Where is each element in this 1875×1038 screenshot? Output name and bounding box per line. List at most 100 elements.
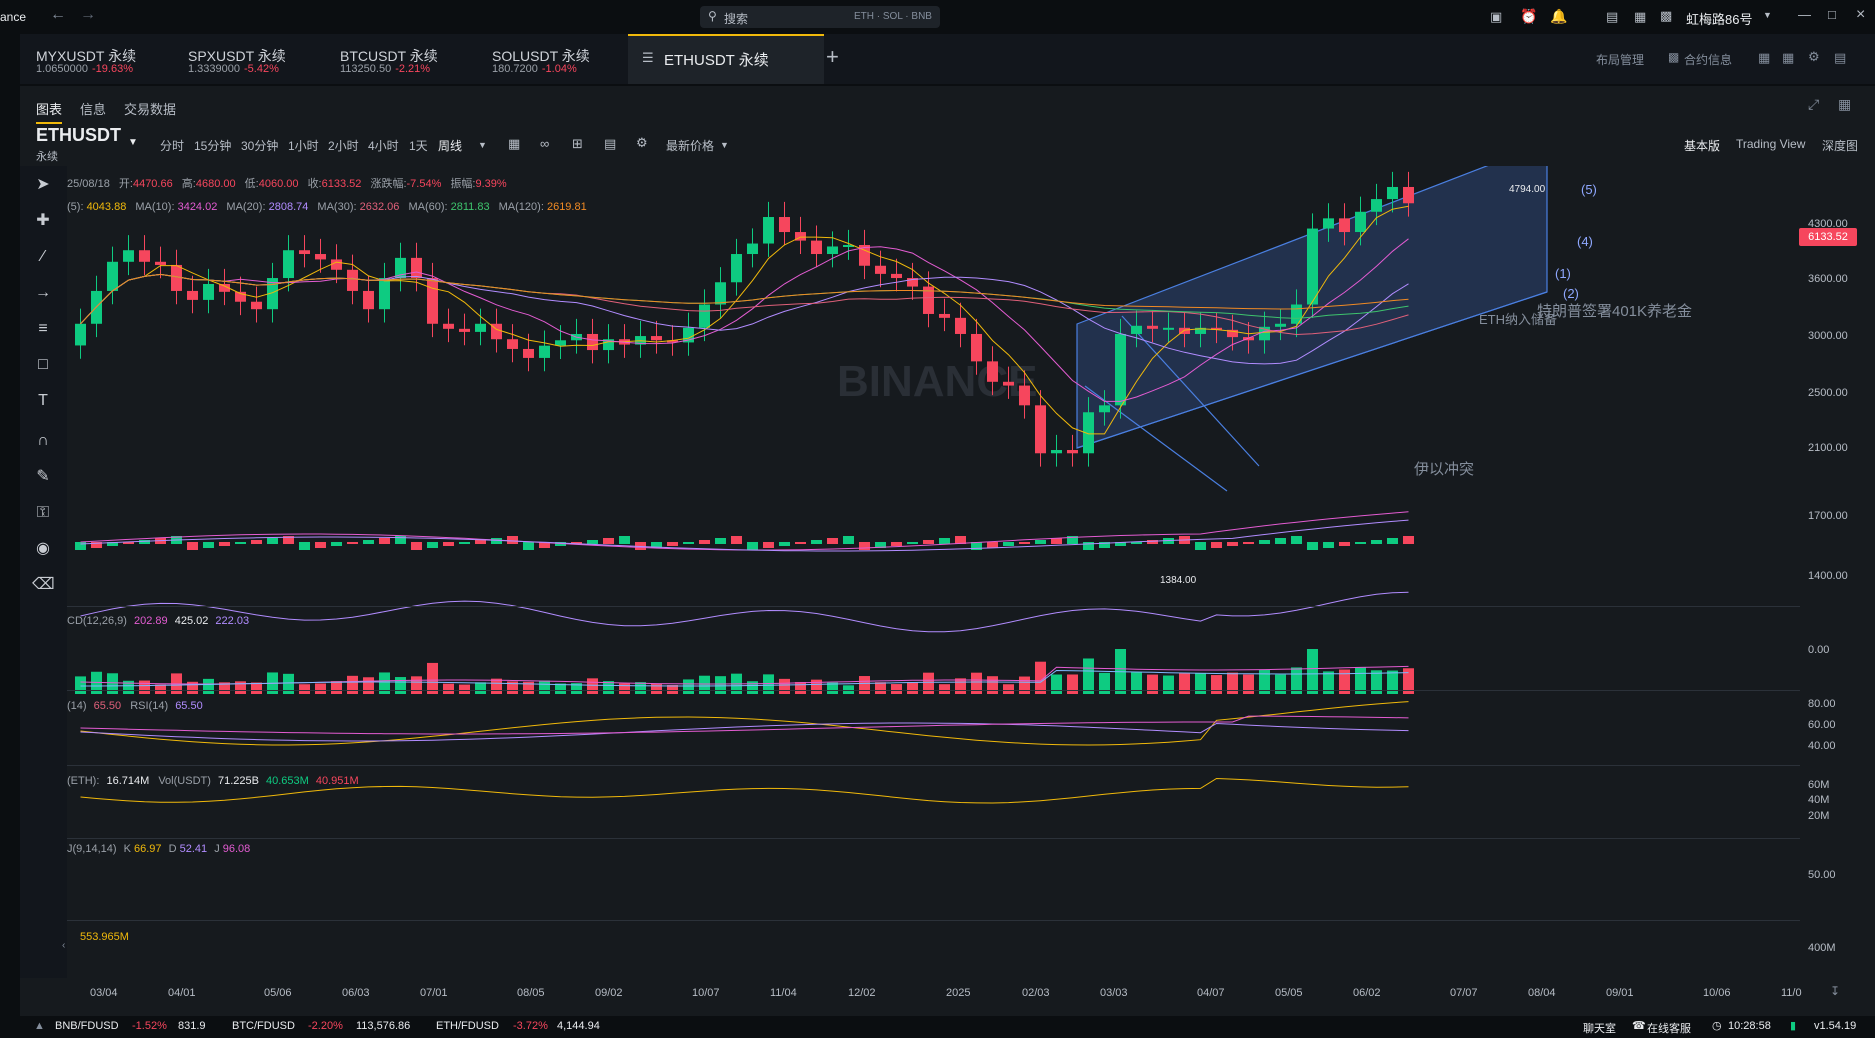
layout-grid-icon[interactable]: ▦ bbox=[1838, 96, 1851, 113]
ticker-name[interactable]: ETH/FDUSD bbox=[436, 1020, 499, 1032]
pane-divider[interactable] bbox=[67, 690, 1800, 691]
kdj-j-label: J bbox=[214, 843, 220, 855]
user-name[interactable]: 虹梅路86号 bbox=[1686, 9, 1752, 28]
rsi-v2: 65.50 bbox=[175, 700, 203, 712]
forward-arrow-icon[interactable]: → bbox=[80, 6, 96, 24]
pane-divider[interactable] bbox=[67, 606, 1800, 607]
wallet-icon[interactable]: ▤ bbox=[1606, 9, 1618, 25]
interval-1[interactable]: 分时 bbox=[160, 137, 184, 154]
price-type-select[interactable]: 最新价格 bbox=[666, 137, 714, 154]
volume-bar bbox=[75, 676, 86, 694]
candle-body bbox=[1371, 199, 1382, 212]
fib-tool-icon[interactable]: ≡ bbox=[32, 318, 54, 340]
back-arrow-icon[interactable]: ← bbox=[50, 6, 66, 24]
tab-ethusdt[interactable]: ☰ ETHUSDT 永续 bbox=[628, 34, 824, 84]
candle-type-icon[interactable]: ⊞ bbox=[572, 136, 583, 152]
grid-icon[interactable]: ▦ bbox=[1782, 50, 1794, 66]
screen-icon[interactable]: ▣ bbox=[1490, 9, 1502, 25]
shape-tool-icon[interactable]: □ bbox=[32, 354, 54, 376]
layout-manage-link[interactable]: 布局管理 bbox=[1596, 51, 1644, 68]
vol-axis-tick: 20M bbox=[1808, 810, 1830, 822]
symbol-name[interactable]: ETHUSDT bbox=[36, 125, 121, 146]
contract-info-link[interactable]: 合约信息 bbox=[1684, 51, 1732, 68]
rsi-axis-tick: 80.00 bbox=[1808, 698, 1836, 710]
measure-icon[interactable]: ✎ bbox=[32, 466, 54, 488]
download-icon[interactable]: ▦ bbox=[1634, 9, 1646, 25]
alarm-icon[interactable]: ⏰ bbox=[1520, 8, 1537, 25]
gear-icon[interactable]: ⚙ bbox=[1808, 49, 1820, 65]
magnet-icon[interactable]: ∩ bbox=[32, 430, 54, 452]
price-type-dropdown-icon[interactable]: ▼ bbox=[720, 140, 729, 150]
maximize-icon[interactable]: □ bbox=[1828, 7, 1836, 22]
crosshair-icon[interactable]: ✚ bbox=[32, 210, 54, 232]
ma10-label: MA(10): bbox=[135, 201, 175, 213]
text-tool-icon[interactable]: T bbox=[32, 390, 54, 412]
symbol-dropdown-icon[interactable]: ▼ bbox=[128, 137, 138, 148]
tab-price: 113250.50 bbox=[340, 63, 392, 75]
tab-solusdt[interactable]: SOLUSDT 永续 180.7200 -1.04% bbox=[476, 34, 626, 84]
rsi-v1: 65.50 bbox=[93, 700, 122, 712]
view-depth[interactable]: 深度图 bbox=[1822, 137, 1858, 154]
close-icon[interactable]: × bbox=[1856, 6, 1865, 24]
tab-spxusdt[interactable]: SPXUSDT 永续 1.3339000 -5.42% bbox=[172, 34, 322, 84]
avatar[interactable]: ▩ bbox=[1660, 8, 1672, 24]
pane-divider[interactable] bbox=[67, 765, 1800, 766]
search-box[interactable]: ⚲ 搜索 ETH · SOL · BNB bbox=[700, 6, 940, 28]
pane-divider[interactable] bbox=[67, 920, 1800, 921]
view-tradingview[interactable]: Trading View bbox=[1736, 137, 1805, 151]
interval-15m[interactable]: 15分钟 bbox=[194, 137, 231, 154]
macd-bar bbox=[1275, 538, 1286, 544]
interval-2h[interactable]: 2小时 bbox=[328, 137, 359, 154]
volume-bar bbox=[683, 679, 694, 694]
trash-icon[interactable]: ⌫ bbox=[32, 574, 55, 596]
tab-trading-data[interactable]: 交易数据 bbox=[124, 99, 176, 118]
tab-myxusdt[interactable]: MYXUSDT 永续 1.0650000 -19.63% bbox=[20, 34, 170, 84]
tab-info[interactable]: 信息 bbox=[80, 99, 106, 118]
chart-settings-icon[interactable]: ⚙ bbox=[636, 135, 648, 151]
customer-service-link[interactable]: 在线客服 bbox=[1647, 1020, 1691, 1036]
interval-4h[interactable]: 4小时 bbox=[368, 137, 399, 154]
candle-body bbox=[155, 261, 166, 265]
tab-stat: 180.7200 -1.04% bbox=[492, 63, 577, 75]
collapse-left-icon[interactable]: ‹ bbox=[62, 940, 65, 951]
interval-dropdown-icon[interactable]: ▼ bbox=[478, 140, 487, 150]
minimize-icon[interactable]: — bbox=[1798, 7, 1811, 22]
ma30-label: MA(30): bbox=[317, 201, 357, 213]
interval-30m[interactable]: 30分钟 bbox=[241, 137, 278, 154]
ma20-value: 2808.74 bbox=[268, 201, 309, 213]
interval-1h[interactable]: 1小时 bbox=[288, 137, 319, 154]
cursor-icon[interactable]: ➤ bbox=[32, 174, 54, 196]
price-chart[interactable]: BINANCE 伊以冲突 特朗普签署401K养老金 ETH纳入储备 4794.0… bbox=[67, 166, 1800, 978]
lock-icon[interactable]: ⚿ bbox=[32, 502, 54, 524]
ticker-name[interactable]: BTC/FDUSD bbox=[232, 1020, 295, 1032]
candle-body bbox=[427, 278, 438, 324]
tab-btcusdt[interactable]: BTCUSDT 永续 113250.50 -2.21% bbox=[324, 34, 474, 84]
ma5-label: (5): bbox=[67, 201, 84, 213]
template-icon[interactable]: ▤ bbox=[604, 136, 616, 152]
pane-divider[interactable] bbox=[67, 838, 1800, 839]
wave-label-2: (2) bbox=[1563, 286, 1579, 301]
notification-bell-icon[interactable]: 🔔 bbox=[1550, 8, 1567, 25]
calculator-icon[interactable]: ▦ bbox=[1758, 50, 1770, 66]
ticker-name[interactable]: BNB/FDUSD bbox=[55, 1020, 119, 1032]
volume-bar bbox=[475, 682, 486, 694]
user-dropdown-icon[interactable]: ▼ bbox=[1763, 10, 1772, 20]
view-basic[interactable]: 基本版 bbox=[1684, 137, 1720, 154]
add-tab-icon[interactable]: + bbox=[826, 44, 839, 70]
arrow-tool-icon[interactable]: → bbox=[32, 282, 54, 304]
interval-1d[interactable]: 1天 bbox=[409, 137, 428, 154]
open-label: 开: bbox=[118, 178, 133, 190]
expand-icon[interactable]: ⤢ bbox=[1808, 96, 1819, 113]
macd-bar bbox=[507, 536, 518, 544]
indicator-icon[interactable]: ∞ bbox=[540, 136, 549, 151]
panel-icon[interactable]: ▤ bbox=[1834, 50, 1846, 66]
price-tick: 1700.00 bbox=[1808, 510, 1848, 522]
tab-chart[interactable]: 图表 bbox=[36, 99, 63, 124]
calendar-icon[interactable]: ▦ bbox=[508, 136, 520, 152]
reset-scale-icon[interactable]: ↧ bbox=[1830, 984, 1840, 998]
interval-weekly[interactable]: 周线 bbox=[438, 137, 462, 154]
chat-room-link[interactable]: 聊天室 bbox=[1583, 1020, 1616, 1036]
trend-line-icon[interactable]: ∕ bbox=[32, 246, 54, 268]
eye-icon[interactable]: ◉ bbox=[32, 538, 54, 560]
bar-chart-icon: ▩ bbox=[1668, 50, 1680, 64]
